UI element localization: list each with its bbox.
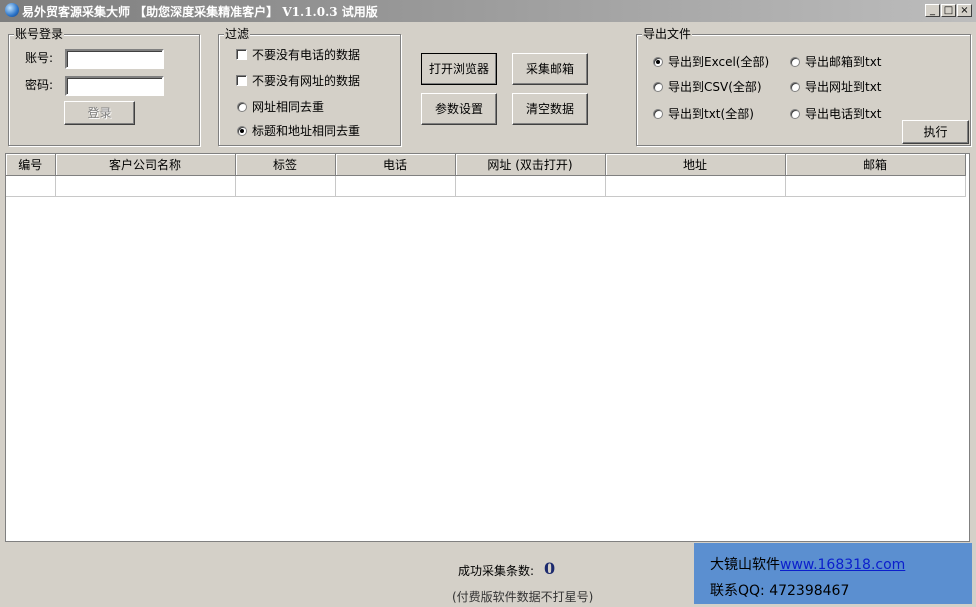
dedupe-title-address-label: 标题和地址相同去重 [252,124,361,138]
export-url-txt-radio[interactable]: 导出网址到txt [790,78,882,95]
app-globe-icon [5,3,19,17]
vendor-website-link[interactable]: www.168318.com [780,557,905,573]
window-controls: _ □ × [925,4,972,17]
table-cell[interactable] [785,175,966,197]
export-phone-txt-label: 导出电话到txt [805,107,882,121]
table-cell[interactable] [235,175,336,197]
col-header-id[interactable]: 编号 [6,154,56,176]
execute-button[interactable]: 执行 [902,120,969,144]
close-button[interactable]: × [957,4,972,17]
export-csv-radio[interactable]: 导出到CSV(全部) [653,78,762,95]
title-bar[interactable]: 易外贸客源采集大师 【助您深度采集精准客户】 V1.1.0.3 试用版 _ □ … [0,0,976,22]
export-excel-radio[interactable]: 导出到Excel(全部) [653,53,769,70]
login-button[interactable]: 登录 [64,101,135,125]
minimize-button[interactable]: _ [925,4,940,17]
col-header-email[interactable]: 邮箱 [785,154,966,176]
col-header-tag[interactable]: 标签 [235,154,336,176]
radio-circle[interactable] [653,108,663,119]
password-label: 密码: [25,78,54,92]
table-cell[interactable] [455,175,606,197]
dedupe-url-label: 网址相同去重 [252,100,325,114]
col-header-company[interactable]: 客户公司名称 [55,154,236,176]
filter-no-phone-checkbox[interactable]: 不要没有电话的数据 [236,46,360,63]
password-input[interactable] [65,76,164,96]
export-excel-label: 导出到Excel(全部) [668,55,770,69]
export-csv-label: 导出到CSV(全部) [668,80,762,94]
radio-circle[interactable] [653,81,663,92]
table-cell[interactable] [55,175,236,197]
radio-circle[interactable] [790,56,800,67]
account-input[interactable] [65,49,164,69]
dedupe-title-address-radio[interactable]: 标题和地址相同去重 [237,122,360,139]
export-email-txt-radio[interactable]: 导出邮箱到txt [790,53,882,70]
table-cell[interactable] [6,175,56,197]
results-table[interactable]: 编号 客户公司名称 标签 电话 网址 (双击打开) 地址 邮箱 [5,153,970,542]
window-title: 易外贸客源采集大师 【助您深度采集精准客户】 V1.1.0.3 试用版 [22,5,378,19]
export-url-txt-label: 导出网址到txt [805,80,882,94]
vendor-line: 大镜山软件www.168318.com [710,554,905,574]
table-header-row: 编号 客户公司名称 标签 电话 网址 (双击打开) 地址 邮箱 [6,154,966,176]
export-txt-label: 导出到txt(全部) [668,107,754,121]
dedupe-url-radio[interactable]: 网址相同去重 [237,98,324,115]
export-email-txt-label: 导出邮箱到txt [805,55,882,69]
col-header-phone[interactable]: 电话 [335,154,456,176]
checkbox-box[interactable] [236,49,247,60]
login-legend: 账号登录 [14,27,65,41]
filter-no-website-label: 不要没有网址的数据 [252,74,361,88]
checkbox-box[interactable] [236,75,247,86]
col-header-address[interactable]: 地址 [605,154,786,176]
radio-circle-selected[interactable] [653,56,663,67]
vendor-panel: 大镜山软件www.168318.com 联系QQ: 472398467 [694,543,972,604]
export-txt-radio[interactable]: 导出到txt(全部) [653,105,754,122]
collect-email-button[interactable]: 采集邮箱 [512,53,588,85]
filter-no-website-checkbox[interactable]: 不要没有网址的数据 [236,72,360,89]
vendor-company: 大镜山软件 [710,557,780,573]
table-new-row[interactable] [6,175,966,197]
col-header-website[interactable]: 网址 (双击打开) [455,154,606,176]
filter-no-phone-label: 不要没有电话的数据 [252,48,361,62]
export-legend: 导出文件 [642,27,693,41]
account-label: 账号: [25,51,54,65]
export-phone-txt-radio[interactable]: 导出电话到txt [790,105,882,122]
open-browser-button[interactable]: 打开浏览器 [421,53,497,85]
maximize-button[interactable]: □ [941,4,956,17]
table-cell[interactable] [335,175,456,197]
vendor-qq: 联系QQ: 472398467 [710,583,850,599]
radio-circle[interactable] [790,81,800,92]
radio-circle-selected[interactable] [237,125,247,136]
settings-button[interactable]: 参数设置 [421,93,497,125]
radio-circle[interactable] [790,108,800,119]
collected-count-label: 成功采集条数: [458,564,535,578]
filter-legend: 过滤 [224,27,251,41]
clear-data-button[interactable]: 清空数据 [512,93,588,125]
paid-version-note: (付费版软件数据不打星号) [452,590,594,604]
table-cell[interactable] [605,175,786,197]
radio-circle[interactable] [237,101,247,112]
collected-count: 0 [544,559,556,578]
